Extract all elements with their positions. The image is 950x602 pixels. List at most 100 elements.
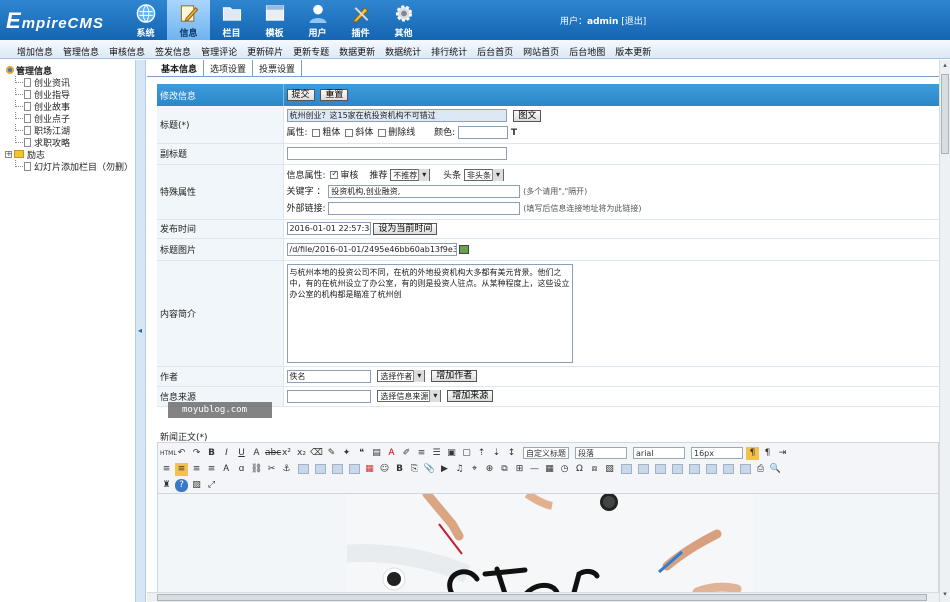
fullscreen-icon[interactable]: ⤢	[205, 479, 218, 492]
image-none-icon[interactable]	[298, 464, 309, 474]
frame-icon[interactable]: ⧉	[498, 463, 511, 476]
submenu-item[interactable]: 签发信息	[150, 40, 196, 58]
help-icon[interactable]: ?	[175, 478, 188, 492]
preview-icon[interactable]: 🔍	[769, 463, 782, 476]
topnav-info[interactable]: 信息	[167, 0, 210, 40]
image-left-icon[interactable]	[315, 464, 326, 474]
tree-item[interactable]: 创业指导	[5, 87, 135, 101]
direction-rtl-icon[interactable]: ¶	[761, 447, 774, 460]
bold-icon[interactable]: B	[205, 447, 218, 460]
image-center-icon[interactable]	[349, 464, 360, 474]
unordered-list-icon[interactable]: ☰	[430, 447, 443, 460]
select-all-icon[interactable]: ▣	[445, 447, 458, 460]
tree-item[interactable]: 创业资讯	[5, 75, 135, 89]
wordimage-icon[interactable]: ⧈	[588, 463, 601, 476]
scroll-down-arrow-icon[interactable]: ▾	[941, 590, 949, 600]
source-input[interactable]	[286, 389, 371, 403]
keywords-input[interactable]: 投资机构,创业融资,	[328, 185, 521, 199]
justify-center-icon[interactable]: ≡	[175, 462, 188, 476]
insert-image-icon[interactable]: ▦	[363, 463, 376, 476]
italic-checkbox[interactable]	[345, 128, 354, 137]
template-icon[interactable]: ⊞	[513, 463, 526, 476]
vertical-scroll-thumb[interactable]	[941, 74, 949, 154]
submit-button[interactable]: 提交	[286, 89, 315, 101]
tab-options[interactable]: 选项设置	[204, 60, 254, 77]
map-icon[interactable]: ⌖	[468, 463, 481, 476]
font-family-select[interactable]: arial	[633, 447, 685, 459]
submenu-item[interactable]: 更新专题	[288, 40, 334, 58]
superscript-icon[interactable]: x²	[280, 447, 293, 460]
row-spacing-bottom-icon[interactable]: ⇣	[490, 447, 503, 460]
horizontal-rule-icon[interactable]: —	[528, 463, 541, 476]
ordered-list-icon[interactable]: ≡	[415, 447, 428, 460]
submenu-item[interactable]: 增加信息	[12, 40, 58, 58]
pubtime-input[interactable]: 2016-01-01 22:57:34	[286, 222, 371, 235]
tree-folder[interactable]: + 励志	[5, 148, 135, 161]
paragraph-format-select[interactable]: 段落	[575, 447, 627, 459]
summary-textarea[interactable]: 与杭州本地的投资公司不同，在杭的外地投资机构大多都有美元背景。他们之中，有的在杭…	[286, 263, 573, 363]
scroll-up-arrow-icon[interactable]: ▴	[941, 61, 949, 71]
quote-icon[interactable]: ❝	[355, 447, 368, 460]
undo-icon[interactable]: ↶	[175, 447, 188, 460]
author-input[interactable]: 佚名	[286, 369, 371, 383]
delete-table-icon[interactable]	[638, 464, 649, 474]
sidebar-toggle-splitter[interactable]: ◂	[135, 60, 146, 602]
submenu-item[interactable]: 数据更新	[334, 40, 380, 58]
attachment-icon[interactable]: 📎	[423, 463, 436, 476]
submenu-item[interactable]: 数据统计	[380, 40, 426, 58]
link-icon[interactable]: ⛓	[250, 463, 263, 476]
topnav-template[interactable]: 模板	[253, 0, 296, 40]
page-break-icon[interactable]: ⎘	[408, 463, 421, 476]
print-icon[interactable]: ⎙	[754, 463, 767, 476]
row-spacing-top-icon[interactable]: ⇡	[475, 447, 488, 460]
source-select[interactable]: 选择信息来源	[377, 390, 442, 402]
topnav-plugin[interactable]: 插件	[339, 0, 382, 40]
bold-checkbox[interactable]	[312, 128, 321, 137]
editor-content-area[interactable]	[157, 494, 939, 592]
topnav-other[interactable]: 其他	[382, 0, 425, 40]
time-icon[interactable]: ◷	[558, 463, 571, 476]
submenu-item[interactable]: 管理信息	[58, 40, 104, 58]
search-replace-icon[interactable]: ♜	[160, 479, 173, 492]
redo-icon[interactable]: ↷	[190, 447, 203, 460]
code-icon[interactable]: B	[393, 463, 406, 476]
vertical-scrollbar[interactable]: ▴ ▾	[939, 60, 950, 602]
logout-link[interactable]: [退出]	[621, 17, 646, 27]
highlight-icon[interactable]: ✐	[400, 447, 413, 460]
font-border-icon[interactable]: A	[250, 447, 263, 460]
strikethrough-icon[interactable]: abc	[265, 447, 281, 460]
topnav-column[interactable]: 栏目	[210, 0, 253, 40]
submenu-item[interactable]: 排行统计	[426, 40, 472, 58]
review-checkbox[interactable]	[330, 169, 339, 180]
touppercase-icon[interactable]: Ꭺ	[220, 463, 233, 476]
topnav-system[interactable]: 系统	[124, 0, 167, 40]
submenu-item[interactable]: 网站首页	[518, 40, 564, 58]
tree-item[interactable]: 求职攻略	[5, 135, 135, 149]
submenu-item[interactable]: 管理评论	[196, 40, 242, 58]
tree-root[interactable]: 管理信息	[5, 64, 135, 77]
gmap-icon[interactable]: ⊕	[483, 463, 496, 476]
headline-select[interactable]: 非头条	[463, 169, 504, 182]
merge-cells-icon[interactable]	[723, 464, 734, 474]
title-image-text-button[interactable]: 图文	[513, 109, 542, 122]
auto-format-icon[interactable]: ✦	[340, 447, 353, 460]
reset-button[interactable]: 重置	[320, 89, 349, 101]
underline-icon[interactable]: U	[235, 447, 248, 460]
background-icon[interactable]: ▧	[603, 463, 616, 476]
direction-ltr-icon[interactable]: ¶	[746, 446, 759, 460]
image-right-icon[interactable]	[332, 464, 343, 474]
add-author-button[interactable]: 增加作者	[431, 370, 478, 382]
tree-item[interactable]: 创业点子	[5, 111, 135, 125]
tree-item-slideshow[interactable]: 幻灯片添加栏目（勿删）	[5, 159, 135, 173]
submenu-item[interactable]: 后台首页	[472, 40, 518, 58]
submenu-item[interactable]: 后台地图	[564, 40, 610, 58]
recommend-select[interactable]: 不推荐	[390, 169, 431, 182]
insert-row-icon[interactable]	[655, 464, 666, 474]
tree-item[interactable]: 创业故事	[5, 99, 135, 113]
split-cells-icon[interactable]	[740, 464, 751, 474]
color-input[interactable]	[458, 126, 509, 140]
eraser-icon[interactable]: ⌫	[310, 447, 323, 460]
expand-plus-icon[interactable]: +	[5, 150, 12, 158]
tree-item[interactable]: 职场江湖	[5, 123, 135, 137]
emoticon-icon[interactable]: ☺	[378, 463, 391, 476]
